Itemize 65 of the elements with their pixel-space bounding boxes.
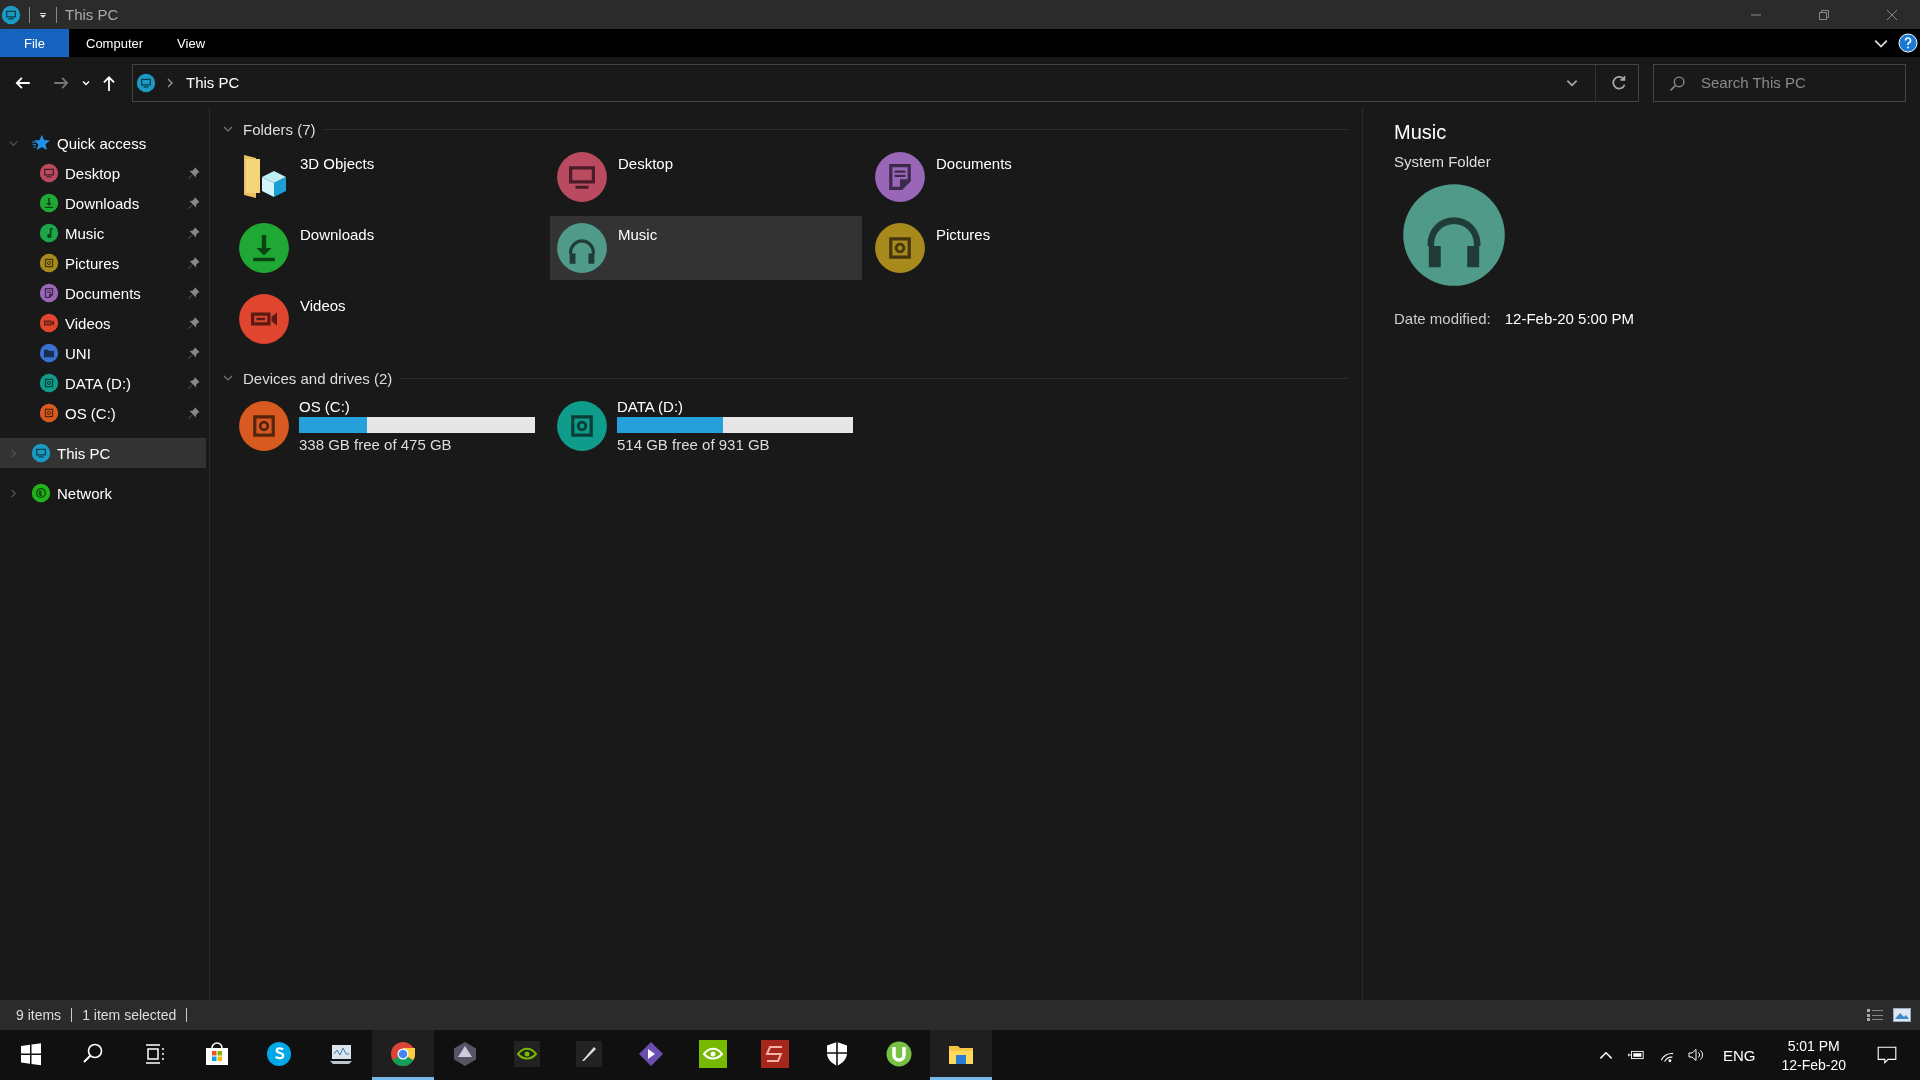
pin-icon[interactable]: [187, 196, 201, 210]
item-count: 9 items: [16, 1007, 62, 1023]
pin-icon[interactable]: [187, 166, 201, 180]
details-view-icon[interactable]: [1866, 1008, 1884, 1022]
explorer-icon[interactable]: [930, 1030, 992, 1080]
volume-icon[interactable]: [1686, 1046, 1705, 1064]
group-header[interactable]: Folders (7): [243, 120, 316, 138]
ribbon-tab[interactable]: View: [160, 29, 223, 57]
sidebar-item[interactable]: Desktop: [0, 158, 209, 188]
property-value: 12-Feb-20 5:00 PM: [1504, 310, 1634, 327]
pin-icon[interactable]: [187, 376, 201, 390]
property-label: Date modified:: [1394, 310, 1491, 327]
chevron-right-icon[interactable]: [166, 76, 174, 89]
clock[interactable]: 5:01 PM 12-Feb-20: [1781, 1037, 1846, 1073]
chrome-icon[interactable]: [372, 1030, 434, 1080]
pin-icon[interactable]: [187, 286, 201, 300]
pin-icon[interactable]: [187, 346, 201, 360]
folder-item[interactable]: Videos: [232, 287, 544, 351]
pin-icon[interactable]: [187, 316, 201, 330]
sidebar-item[interactable]: Music: [0, 218, 209, 248]
sidebar-item[interactable]: OS (C:): [0, 398, 209, 428]
pin-icon[interactable]: [187, 256, 201, 270]
sidebar-item[interactable]: Quick access: [0, 128, 209, 158]
refresh-icon[interactable]: [1610, 73, 1628, 92]
drive-name: DATA (D:): [617, 398, 685, 415]
help-icon[interactable]: [1898, 33, 1918, 53]
drive-free-space: 514 GB free of 931 GB: [617, 436, 771, 453]
folder-item[interactable]: 3D Objects: [232, 145, 544, 209]
details-title: Music: [1394, 121, 1447, 144]
sidebar-item[interactable]: This PC: [0, 438, 206, 468]
folder-item[interactable]: Downloads: [232, 216, 544, 280]
drive-name: OS (C:): [299, 398, 351, 415]
sidebar-item[interactable]: Downloads: [0, 188, 209, 218]
search-field[interactable]: Search This PC: [1653, 63, 1906, 102]
folder-item[interactable]: Desktop: [550, 145, 862, 209]
drive-item[interactable]: DATA (D:) 514 GB free of 931 GB: [550, 394, 868, 457]
sidebar-item[interactable]: Network: [0, 478, 209, 508]
folder-item[interactable]: Pictures: [868, 216, 1180, 280]
folder-item[interactable]: Documents: [868, 145, 1180, 209]
window-title: This PC: [65, 6, 119, 23]
language-indicator[interactable]: ENG: [1722, 1046, 1756, 1064]
sidebar-item[interactable]: UNI: [0, 338, 209, 368]
details-subtitle: System Folder: [1394, 153, 1491, 170]
sidebar-item[interactable]: Videos: [0, 308, 209, 338]
ribbon-tab[interactable]: File: [0, 29, 69, 57]
folder-item[interactable]: Music: [550, 216, 862, 280]
preview-view-icon[interactable]: [1893, 1008, 1911, 1022]
ribbon-tab[interactable]: Computer: [69, 29, 161, 57]
pin-icon[interactable]: [187, 406, 201, 420]
search-icon: [1669, 74, 1686, 92]
group-header[interactable]: Devices and drives (2): [243, 369, 393, 387]
computer-icon[interactable]: [1, 4, 21, 25]
notifications-icon[interactable]: [1876, 1044, 1898, 1066]
breadcrumb-item[interactable]: This PC: [186, 74, 240, 91]
computer-icon: [136, 72, 156, 93]
sidebar-item[interactable]: Pictures: [0, 248, 209, 278]
pin-icon[interactable]: [187, 226, 201, 240]
sidebar-item[interactable]: Documents: [0, 278, 209, 308]
selection-count: 1 item selected: [82, 1007, 177, 1023]
drive-free-space: 338 GB free of 475 GB: [299, 436, 453, 453]
drive-item[interactable]: OS (C:) 338 GB free of 475 GB: [232, 394, 550, 457]
address-bar[interactable]: This PC: [132, 63, 1639, 102]
sidebar-item[interactable]: DATA (D:): [0, 368, 209, 398]
close-icon[interactable]: [1886, 8, 1898, 21]
restore-icon[interactable]: [1818, 8, 1830, 21]
